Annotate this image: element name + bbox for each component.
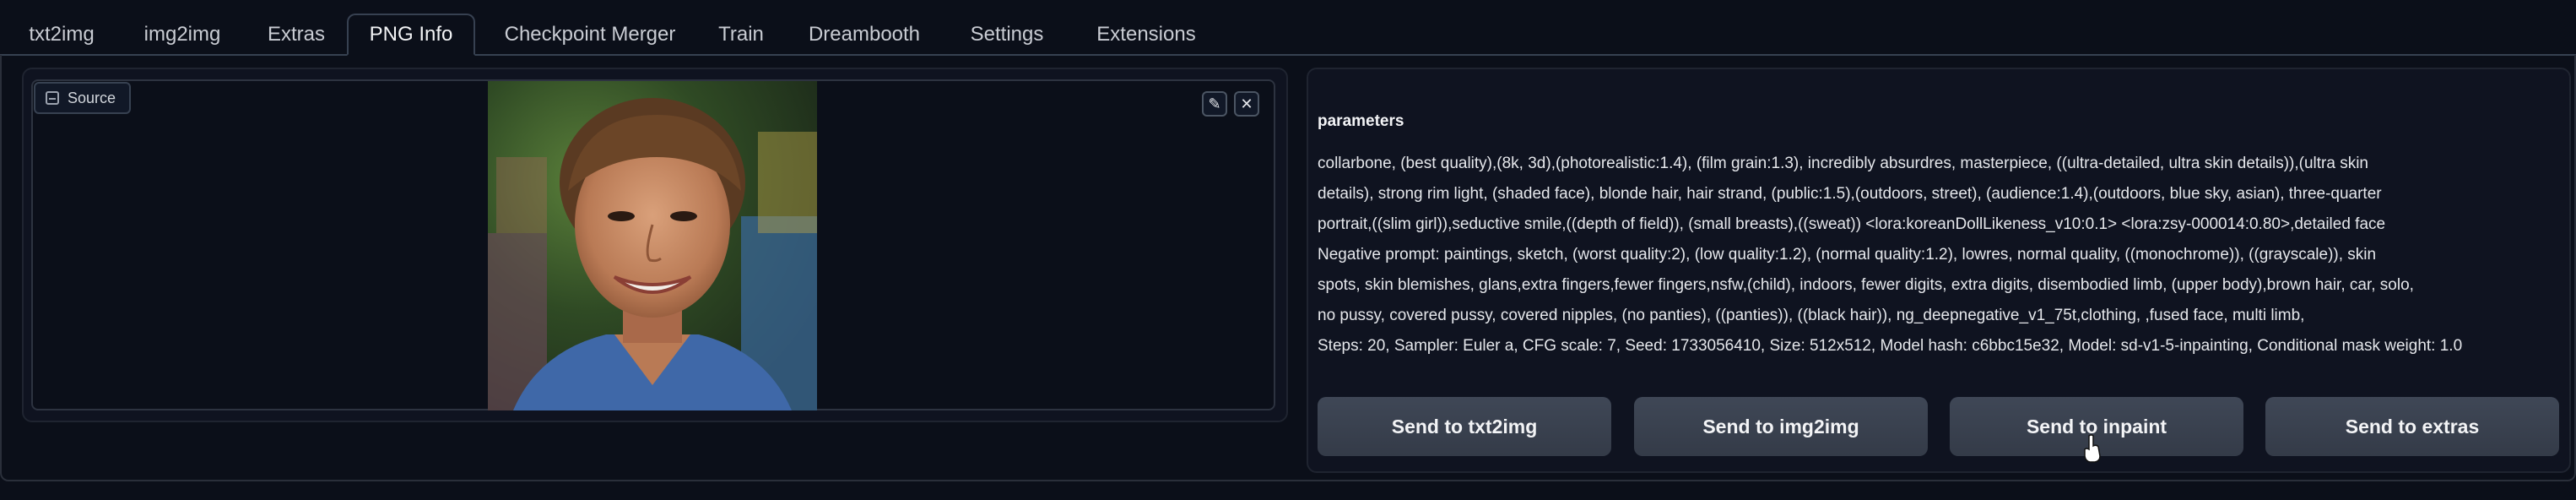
close-icon[interactable]: ✕: [1234, 91, 1259, 117]
parameters-line: collarbone, (best quality),(8k, 3d),(pho…: [1318, 155, 2369, 172]
send-to-txt2img-button[interactable]: Send to txt2img: [1318, 397, 1611, 456]
parameters-line: spots, skin blemishes, glans,extra finge…: [1318, 276, 2414, 294]
tab-train[interactable]: Train: [706, 14, 777, 56]
tab-checkpoint-merger[interactable]: Checkpoint Merger: [486, 14, 694, 56]
parameters-line: Steps: 20, Sampler: Euler a, CFG scale: …: [1318, 337, 2463, 355]
tab-txt2img[interactable]: txt2img: [12, 14, 111, 56]
tab-png-info[interactable]: PNG Info: [347, 14, 475, 56]
tab-extensions[interactable]: Extensions: [1080, 14, 1212, 56]
pencil-icon[interactable]: ✎: [1202, 91, 1227, 117]
parameters-title: parameters: [1318, 112, 1404, 130]
parameters-text: collarbone, (best quality),(8k, 3d),(pho…: [1318, 149, 2567, 361]
source-label-text: Source: [68, 89, 116, 106]
parameters-line: no pussy, covered pussy, covered nipples…: [1318, 307, 2305, 324]
portrait-illustration: [488, 81, 817, 410]
image-icon: [46, 91, 59, 105]
parameters-line: Negative prompt: paintings, sketch, (wor…: [1318, 246, 2377, 264]
parameters-line: details), strong rim light, (shaded face…: [1318, 185, 2382, 203]
tab-dreambooth[interactable]: Dreambooth: [797, 14, 932, 56]
tab-img2img[interactable]: img2img: [128, 14, 236, 56]
source-label: Source: [34, 82, 131, 114]
tab-extras[interactable]: Extras: [253, 14, 339, 56]
portrait-image: [488, 81, 817, 410]
send-to-extras-button[interactable]: Send to extras: [2265, 397, 2559, 456]
tab-settings[interactable]: Settings: [954, 14, 1060, 56]
parameters-line: portrait,((slim girl)),seductive smile,(…: [1318, 215, 2386, 233]
hand-cursor-icon: [2084, 434, 2101, 463]
tab-bar: txt2img img2img Extras PNG Info Checkpoi…: [0, 0, 2576, 57]
send-to-img2img-button[interactable]: Send to img2img: [1634, 397, 1928, 456]
